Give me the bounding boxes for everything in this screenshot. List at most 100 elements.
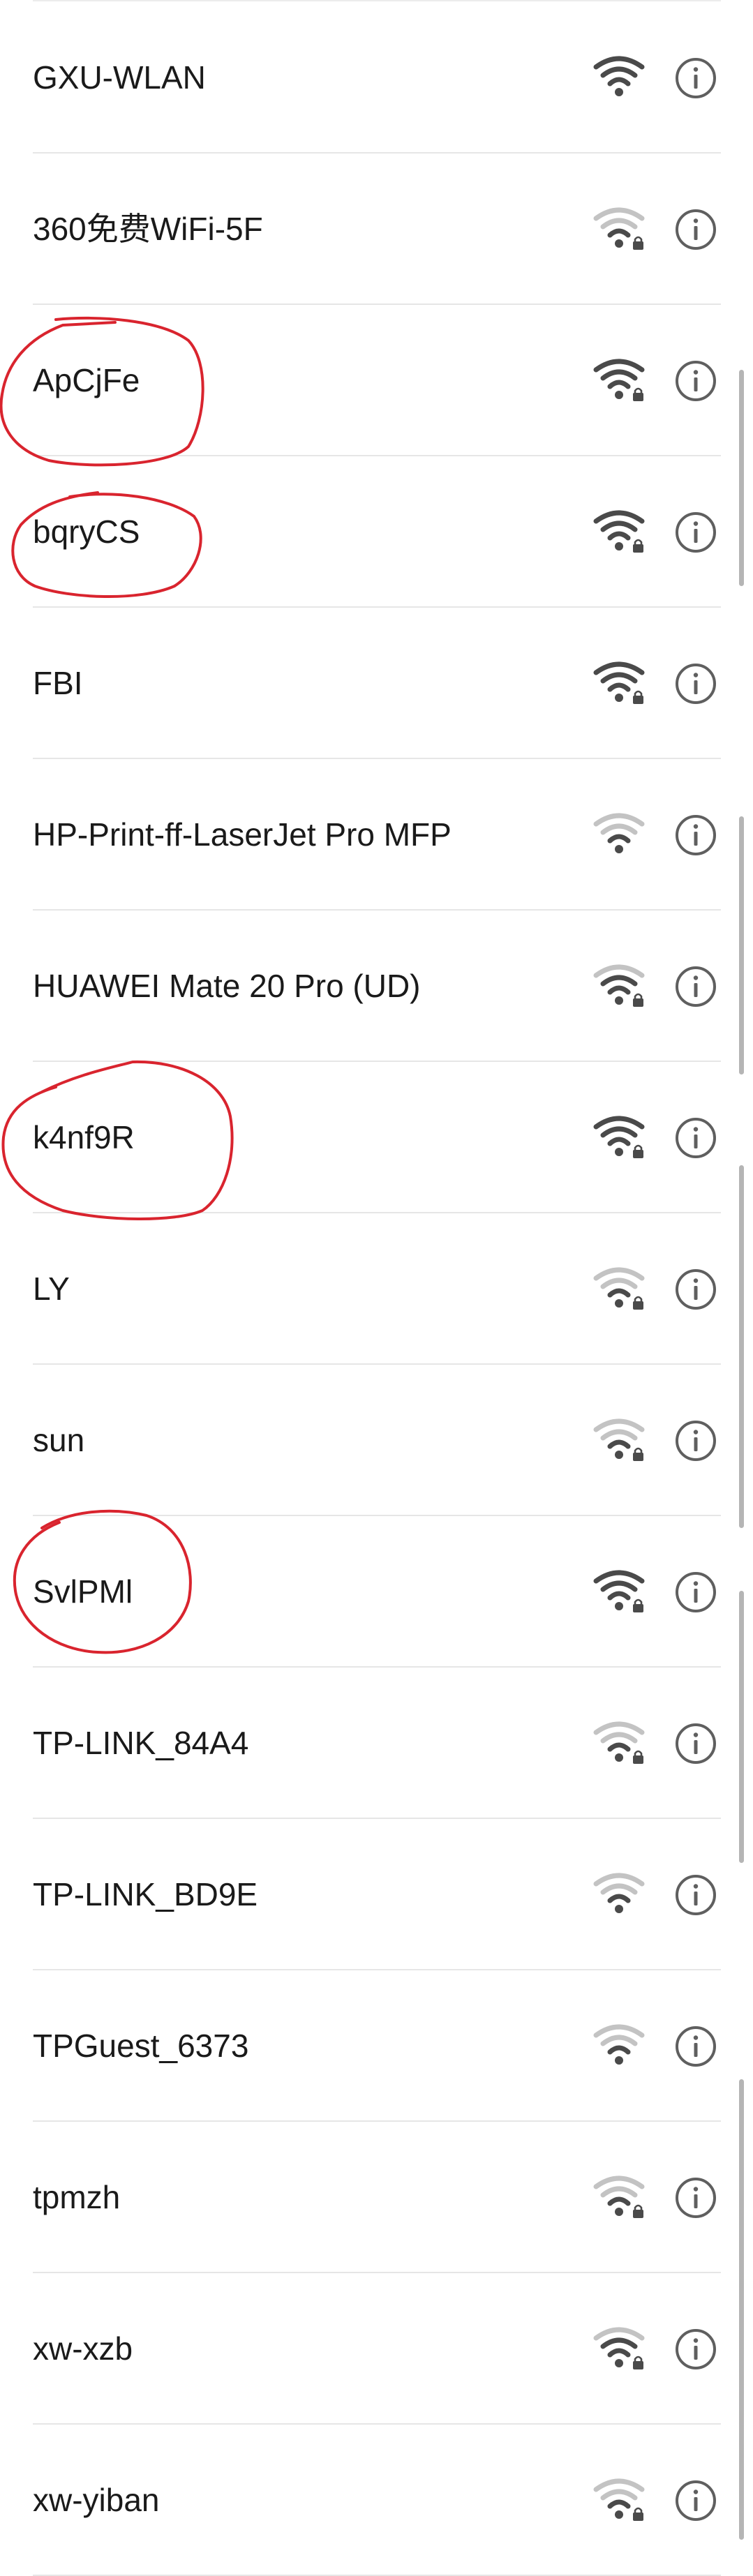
network-name: TP-LINK_84A4 — [33, 1725, 249, 1761]
wifi-arc — [607, 380, 631, 389]
wifi-arc — [600, 218, 638, 230]
network-info-button[interactable] — [674, 57, 717, 100]
network-info-button[interactable] — [674, 2328, 717, 2371]
network-info-button[interactable] — [674, 1268, 717, 1311]
network-info-button[interactable] — [674, 965, 717, 1008]
wifi-network-row[interactable]: TP-LINK_84A4 — [0, 1668, 753, 1819]
wifi-arc — [607, 228, 631, 238]
lock-icon — [633, 387, 643, 401]
wifi-arc — [600, 2186, 638, 2198]
scrollbar-segment[interactable] — [739, 2079, 744, 2540]
wifi-arc — [593, 207, 645, 221]
wifi-network-row[interactable]: k4nf9R — [0, 1062, 753, 1213]
signal-strength-indicator — [593, 2023, 645, 2069]
wifi-signal-icon — [593, 661, 645, 704]
wifi-dot — [615, 1602, 623, 1610]
network-name: HP-Print-ff-LaserJet Pro MFP — [33, 816, 452, 853]
network-info-button[interactable] — [674, 2025, 717, 2068]
signal-strength-indicator — [593, 811, 645, 858]
wifi-arc — [607, 531, 631, 541]
wifi-dot — [615, 1905, 623, 1913]
network-info-button[interactable] — [674, 814, 717, 857]
network-info-button[interactable] — [674, 359, 717, 403]
wifi-network-row[interactable]: GXU-WLAN — [0, 2, 753, 153]
wifi-network-row[interactable]: TPGuest_6373 — [0, 1970, 753, 2122]
signal-strength-indicator — [593, 2326, 645, 2372]
wifi-arc — [600, 975, 638, 987]
signal-strength-indicator — [593, 660, 645, 706]
network-info-button[interactable] — [674, 2479, 717, 2522]
info-icon — [676, 2026, 716, 2067]
scrollbar-segment[interactable] — [739, 370, 744, 586]
network-name: TP-LINK_BD9E — [33, 1876, 258, 1912]
signal-strength-indicator — [593, 54, 645, 100]
signal-strength-indicator — [593, 206, 645, 252]
lock-icon — [633, 1447, 643, 1461]
info-icon — [676, 58, 716, 98]
wifi-dot — [615, 239, 623, 248]
wifi-dot — [615, 2359, 623, 2367]
wifi-network-row[interactable]: TP-LINK_BD9E — [0, 1819, 753, 1970]
wifi-arc — [593, 1116, 645, 1130]
network-info-button[interactable] — [674, 1873, 717, 1917]
lock-icon — [633, 1598, 643, 1612]
wifi-signal-icon — [593, 510, 645, 553]
signal-strength-indicator — [593, 2174, 645, 2220]
wifi-network-row[interactable]: 360免费WiFi-5F — [0, 153, 753, 305]
wifi-network-row[interactable]: sun — [0, 1365, 753, 1516]
network-info-button[interactable] — [674, 1116, 717, 1160]
wifi-arc — [607, 1742, 631, 1752]
signal-strength-indicator — [593, 1266, 645, 1312]
network-name: TPGuest_6373 — [33, 2028, 249, 2064]
wifi-dot — [615, 1148, 623, 1156]
network-info-button[interactable] — [674, 2176, 717, 2219]
info-icon — [676, 664, 716, 704]
info-icon — [676, 2329, 716, 2369]
wifi-network-row[interactable]: xw-yiban — [0, 2425, 753, 2576]
wifi-network-row[interactable]: xw-xzb — [0, 2273, 753, 2425]
wifi-signal-icon — [593, 207, 645, 250]
wifi-network-row[interactable]: LY — [0, 1213, 753, 1365]
signal-strength-indicator — [593, 1871, 645, 1917]
wifi-arc — [593, 1418, 645, 1432]
network-info-button[interactable] — [674, 208, 717, 251]
wifi-network-row[interactable]: ApCjFe — [0, 305, 753, 456]
wifi-network-row[interactable]: tpmzh — [0, 2122, 753, 2273]
info-icon — [676, 1118, 716, 1158]
wifi-signal-icon — [593, 359, 645, 401]
wifi-arc — [607, 1137, 631, 1146]
info-icon — [676, 1572, 716, 1612]
wifi-network-row[interactable]: FBI — [0, 608, 753, 759]
wifi-arc — [600, 2035, 638, 2046]
wifi-signal-icon — [593, 1267, 645, 1310]
wifi-signal-icon — [593, 1116, 645, 1158]
network-info-button[interactable] — [674, 662, 717, 705]
scrollbar-segment[interactable] — [739, 1165, 744, 1528]
network-info-button[interactable] — [674, 1571, 717, 1614]
wifi-arc — [607, 834, 631, 844]
scrollbar-segment[interactable] — [739, 1591, 744, 1863]
wifi-arc — [593, 359, 645, 373]
network-info-button[interactable] — [674, 1722, 717, 1765]
wifi-dot — [615, 391, 623, 399]
wifi-network-row[interactable]: bqryCS — [0, 456, 753, 608]
network-name: k4nf9R — [33, 1119, 135, 1155]
wifi-arc — [607, 2499, 631, 2509]
network-name: FBI — [33, 665, 83, 701]
lock-icon — [633, 2204, 643, 2218]
wifi-network-row[interactable]: HUAWEI Mate 20 Pro (UD) — [0, 911, 753, 1062]
wifi-arc — [600, 1126, 638, 1138]
network-info-button[interactable] — [674, 511, 717, 554]
wifi-signal-icon — [593, 813, 645, 853]
wifi-arc — [600, 369, 638, 381]
scrollbar-segment[interactable] — [739, 816, 744, 1074]
wifi-network-row[interactable]: HP-Print-ff-LaserJet Pro MFP — [0, 759, 753, 911]
wifi-signal-icon — [593, 1418, 645, 1461]
lock-icon — [633, 2356, 643, 2369]
wifi-network-row[interactable]: SvlPMl — [0, 1516, 753, 1668]
wifi-arc — [607, 1439, 631, 1449]
lock-icon — [633, 1750, 643, 1764]
info-icon — [676, 1421, 716, 1461]
network-info-button[interactable] — [674, 1419, 717, 1462]
wifi-dot — [615, 88, 623, 96]
